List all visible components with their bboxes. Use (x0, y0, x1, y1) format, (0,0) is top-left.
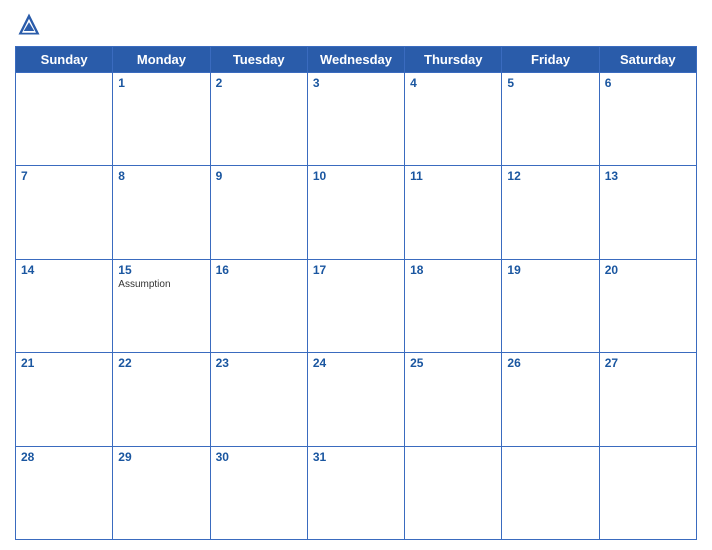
calendar-cell (502, 446, 599, 539)
calendar-cell: 2 (210, 73, 307, 166)
calendar-cell: 6 (599, 73, 696, 166)
day-number: 24 (313, 356, 399, 370)
day-number: 11 (410, 169, 496, 183)
calendar-cell: 10 (307, 166, 404, 259)
week-row-5: 28 29 30 31 (16, 446, 697, 539)
calendar-cell: 26 (502, 353, 599, 446)
day-number: 29 (118, 450, 204, 464)
calendar-cell: 27 (599, 353, 696, 446)
calendar-cell: 29 (113, 446, 210, 539)
calendar-cell: 9 (210, 166, 307, 259)
calendar-cell: 14 (16, 259, 113, 352)
day-number: 12 (507, 169, 593, 183)
calendar-cell: 13 (599, 166, 696, 259)
day-number: 27 (605, 356, 691, 370)
day-number: 14 (21, 263, 107, 277)
day-number: 10 (313, 169, 399, 183)
day-number: 20 (605, 263, 691, 277)
week-row-3: 14 15 Assumption 16 17 18 19 20 (16, 259, 697, 352)
generalblue-logo-icon (15, 10, 43, 38)
day-number: 8 (118, 169, 204, 183)
day-number: 22 (118, 356, 204, 370)
day-header-monday: Monday (113, 47, 210, 73)
calendar-table: SundayMondayTuesdayWednesdayThursdayFrid… (15, 46, 697, 540)
week-row-1: 123456 (16, 73, 697, 166)
day-number: 9 (216, 169, 302, 183)
calendar-cell: 3 (307, 73, 404, 166)
day-number: 31 (313, 450, 399, 464)
day-number: 2 (216, 76, 302, 90)
page-header (15, 10, 697, 38)
day-header-wednesday: Wednesday (307, 47, 404, 73)
day-number: 21 (21, 356, 107, 370)
calendar-cell: 20 (599, 259, 696, 352)
calendar-cell (405, 446, 502, 539)
calendar-page: SundayMondayTuesdayWednesdayThursdayFrid… (0, 0, 712, 550)
day-header-sunday: Sunday (16, 47, 113, 73)
day-number: 25 (410, 356, 496, 370)
calendar-cell: 5 (502, 73, 599, 166)
calendar-cell: 7 (16, 166, 113, 259)
day-number: 23 (216, 356, 302, 370)
calendar-cell: 24 (307, 353, 404, 446)
day-number: 15 (118, 263, 204, 277)
calendar-cell: 23 (210, 353, 307, 446)
day-number: 19 (507, 263, 593, 277)
day-number: 5 (507, 76, 593, 90)
event-label: Assumption (118, 279, 204, 290)
calendar-cell: 16 (210, 259, 307, 352)
week-row-2: 789 10 11 12 13 (16, 166, 697, 259)
calendar-cell: 17 (307, 259, 404, 352)
day-number: 18 (410, 263, 496, 277)
logo (15, 10, 47, 38)
calendar-cell: 11 (405, 166, 502, 259)
day-number: 28 (21, 450, 107, 464)
calendar-cell: 12 (502, 166, 599, 259)
calendar-cell: 19 (502, 259, 599, 352)
day-number: 16 (216, 263, 302, 277)
calendar-cell: 31 (307, 446, 404, 539)
week-row-4: 21 22 23 24 25 26 27 (16, 353, 697, 446)
calendar-cell (599, 446, 696, 539)
calendar-cell: 21 (16, 353, 113, 446)
day-number: 1 (118, 76, 204, 90)
day-number: 4 (410, 76, 496, 90)
calendar-cell: 25 (405, 353, 502, 446)
calendar-cell: 1 (113, 73, 210, 166)
day-number: 7 (21, 169, 107, 183)
calendar-cell: 30 (210, 446, 307, 539)
days-header-row: SundayMondayTuesdayWednesdayThursdayFrid… (16, 47, 697, 73)
day-number: 30 (216, 450, 302, 464)
calendar-cell: 8 (113, 166, 210, 259)
calendar-cell: 22 (113, 353, 210, 446)
day-header-friday: Friday (502, 47, 599, 73)
calendar-cell: 4 (405, 73, 502, 166)
day-header-saturday: Saturday (599, 47, 696, 73)
day-number: 13 (605, 169, 691, 183)
day-number: 26 (507, 356, 593, 370)
day-number: 17 (313, 263, 399, 277)
day-header-tuesday: Tuesday (210, 47, 307, 73)
day-header-thursday: Thursday (405, 47, 502, 73)
calendar-cell: 18 (405, 259, 502, 352)
calendar-cell (16, 73, 113, 166)
calendar-cell: 15 Assumption (113, 259, 210, 352)
day-number: 3 (313, 76, 399, 90)
calendar-cell: 28 (16, 446, 113, 539)
day-number: 6 (605, 76, 691, 90)
